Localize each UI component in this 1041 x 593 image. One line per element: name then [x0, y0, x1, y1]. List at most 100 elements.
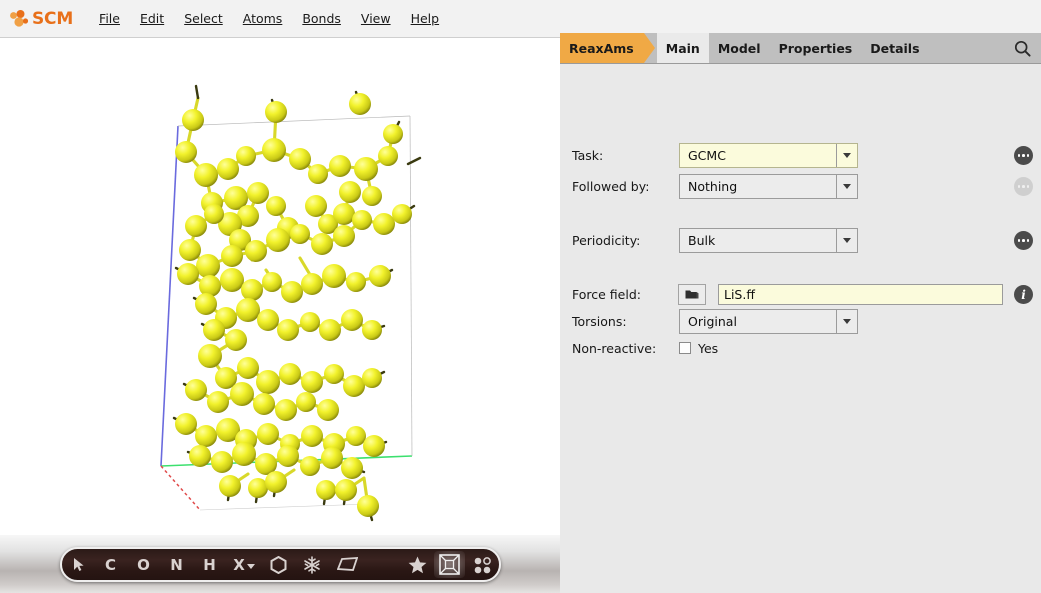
search-icon [1014, 40, 1031, 57]
followed-by-combo-wrap: Nothing [679, 173, 858, 199]
breadcrumb-reaxams[interactable]: ReaxAms [560, 33, 655, 63]
chevron-down-icon [246, 564, 255, 569]
dot [1017, 185, 1021, 188]
search-button[interactable] [1003, 33, 1041, 63]
menu-item-atoms[interactable]: Atoms [233, 9, 293, 28]
periodicity-label: Periodicity: [572, 232, 641, 248]
menu-item-file-label: File [99, 11, 120, 26]
row-periodicity: Periodicity: Bulk [560, 227, 1041, 253]
tab-main[interactable]: Main [656, 33, 709, 63]
molecule-viewport[interactable] [0, 38, 560, 535]
dot [1022, 185, 1025, 188]
dot [1026, 239, 1030, 242]
menu-item-help-label: Help [410, 11, 440, 26]
force-field-info-icon[interactable]: i [1014, 285, 1033, 304]
row-task: Task: GCMC [560, 142, 1041, 168]
row-force-field: Force field: LiS.ff i [560, 281, 1041, 307]
hexagon-icon [270, 555, 287, 574]
atom-spheres [175, 93, 412, 517]
menu-item-select[interactable]: Select [174, 9, 233, 28]
scm-logo-text: SCM [32, 8, 74, 29]
menu-item-file[interactable]: File [89, 9, 130, 28]
grid-dots-tool[interactable] [465, 551, 499, 578]
menu-item-edit[interactable]: Edit [130, 9, 174, 28]
settings-panel: ReaxAms Main Model Properties Details Ta… [560, 33, 1041, 593]
tab-details[interactable]: Details [861, 33, 928, 63]
tab-bar: ReaxAms Main Model Properties Details [560, 33, 1041, 64]
tab-properties-label: Properties [778, 40, 853, 56]
menu-item-help[interactable]: Help [401, 9, 450, 28]
hydrogen-atom-label: H [203, 555, 216, 574]
viewport-toolbar-area: C O N H X [0, 535, 560, 593]
force-field-value: LiS.ff [724, 286, 755, 302]
dot [1026, 185, 1030, 188]
favorite-tool[interactable] [400, 551, 434, 578]
dot [1017, 154, 1021, 157]
row-followed-by: Followed by: Nothing [560, 173, 1041, 199]
followed-by-ellipsis-button [1014, 177, 1033, 196]
task-chevron-down-icon[interactable] [836, 143, 857, 167]
row-non-reactive: Non-reactive: Yes [560, 335, 1041, 361]
menu-item-view-label: View [360, 11, 391, 26]
dot [1026, 154, 1030, 157]
menu-item-bonds-label: Bonds [302, 11, 341, 26]
tab-main-label: Main [665, 40, 700, 56]
plane-tool[interactable] [328, 551, 366, 578]
element-picker-label: X [233, 555, 245, 574]
force-field-input[interactable]: LiS.ff [718, 283, 1003, 305]
task-select[interactable]: GCMC [679, 142, 858, 168]
followed-by-select[interactable]: Nothing [679, 173, 858, 199]
select-arrow-tool[interactable] [62, 551, 94, 578]
hydrogen-atom-tool[interactable]: H [193, 551, 226, 578]
folder-icon [685, 290, 698, 299]
menu-item-edit-label: Edit [139, 11, 165, 26]
carbon-atom-label: C [104, 555, 116, 574]
periodicity-combo-wrap: Bulk [679, 227, 858, 253]
torsions-combo-wrap: Original [679, 308, 858, 334]
force-field-browse-button[interactable] [678, 283, 706, 305]
periodicity-ellipsis-button[interactable] [1014, 231, 1033, 250]
non-reactive-checkbox-label: Yes [698, 340, 719, 356]
torsions-chevron-down-icon[interactable] [836, 309, 857, 333]
menu-item-select-label: Select [184, 11, 223, 26]
non-reactive-label: Non-reactive: [572, 340, 657, 356]
periodicity-value: Bulk [688, 232, 716, 248]
periodicity-chevron-down-icon[interactable] [836, 228, 857, 252]
menu-item-bonds[interactable]: Bonds [292, 9, 351, 28]
dot [1017, 239, 1021, 242]
non-reactive-checkbox-wrap[interactable]: Yes [679, 341, 718, 356]
snowflake-tool[interactable] [295, 551, 328, 578]
tab-properties[interactable]: Properties [770, 33, 862, 63]
oxygen-atom-label: O [137, 555, 150, 574]
four-dots-icon [474, 556, 491, 573]
force-field-input-wrap: LiS.ff [718, 283, 1003, 305]
carbon-atom-tool[interactable]: C [94, 551, 127, 578]
snowflake-icon [303, 555, 320, 574]
structure-toolbar: C O N H X [60, 547, 501, 582]
followed-by-value: Nothing [688, 178, 738, 194]
tab-model[interactable]: Model [709, 33, 770, 63]
scm-logo[interactable]: SCM [9, 9, 73, 29]
periodicity-select[interactable]: Bulk [679, 227, 858, 253]
structure-render [160, 84, 422, 522]
row-torsions: Torsions: Original [560, 308, 1041, 334]
followed-by-label: Followed by: [572, 178, 650, 194]
crystal-box-tool[interactable] [434, 551, 465, 578]
menu-item-view[interactable]: View [351, 9, 401, 28]
force-field-browse-btn-bg [678, 283, 706, 305]
task-ellipsis-button[interactable] [1014, 146, 1033, 165]
parallelogram-icon [336, 557, 358, 571]
followed-by-chevron-down-icon[interactable] [836, 174, 857, 198]
oxygen-atom-tool[interactable]: O [127, 551, 160, 578]
element-picker-tool[interactable]: X [226, 551, 262, 578]
tab-model-label: Model [717, 40, 761, 56]
cursor-arrow-icon [73, 558, 84, 571]
non-reactive-checkbox[interactable] [679, 342, 691, 354]
task-value: GCMC [688, 147, 726, 163]
scm-logo-mark [10, 9, 29, 27]
torsions-select[interactable]: Original [679, 308, 858, 334]
nitrogen-atom-tool[interactable]: N [160, 551, 193, 578]
dot [1022, 239, 1025, 242]
ring-tool[interactable] [262, 551, 295, 578]
torsions-value: Original [688, 313, 737, 329]
